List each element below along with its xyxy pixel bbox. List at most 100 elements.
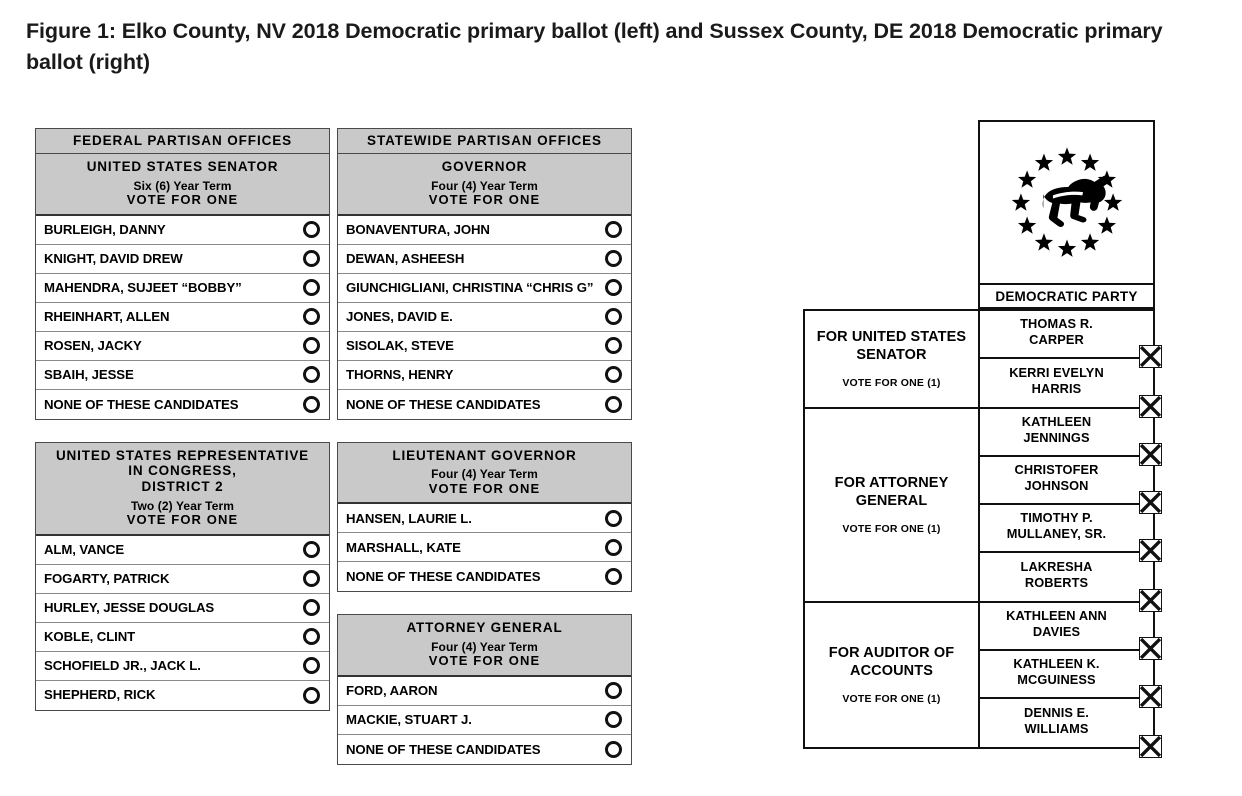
nv-vote-bubble[interactable]: [303, 337, 320, 355]
nv-vote-bubble[interactable]: [605, 740, 622, 758]
de-candidate-row[interactable]: KERRI EVELYN HARRIS: [980, 359, 1162, 418]
delaware-ballot: DEMOCRATIC PARTY FOR UNITED STATES SENATO…: [803, 120, 1162, 778]
nv-candidate-row[interactable]: GIUNCHIGLIANI, CHRISTINA “CHRIS G”: [338, 273, 631, 303]
de-contest: FOR AUDITOR OF ACCOUNTS VOTE FOR ONE (1) KA…: [805, 601, 1162, 758]
nv-candidate-row[interactable]: RHEINHART, ALLEN: [36, 302, 329, 332]
nv-candidate-name: GIUNCHIGLIANI, CHRISTINA “CHRIS G”: [346, 280, 594, 296]
nv-vote-bubble[interactable]: [605, 395, 622, 413]
nv-candidate-row[interactable]: MACKIE, STUART J.: [338, 705, 631, 735]
nv-candidate-name: FORD, AARON: [346, 683, 438, 699]
de-candidate-name: DENNIS E. WILLIAMS: [1024, 705, 1089, 736]
nv-candidate-row[interactable]: MARSHALL, KATE: [338, 533, 631, 563]
nv-candidate-row[interactable]: FORD, AARON: [338, 676, 631, 706]
nv-office-header: GOVERNOR Four (4) Year Term VOTE FOR ONE: [338, 153, 631, 216]
nv-candidate-row[interactable]: ALM, VANCE: [36, 535, 329, 565]
nv-candidate-row[interactable]: SBAIH, JESSE: [36, 360, 329, 390]
de-candidate-list: KATHLEEN JENNINGS CHRISTOFER JOHNSON TIMOTHY…: [980, 409, 1162, 612]
de-vote-x-box[interactable]: [1139, 735, 1162, 758]
nv-vote-bubble[interactable]: [605, 711, 622, 729]
de-vote-instruction: VOTE FOR ONE (1): [842, 376, 941, 389]
nv-candidate-row[interactable]: SHEPHERD, RICK: [36, 680, 329, 710]
de-candidate-row[interactable]: DENNIS E. WILLIAMS: [980, 699, 1162, 758]
figure-caption: Figure 1: Elko County, NV 2018 Democrati…: [26, 19, 1163, 74]
de-candidate-row[interactable]: CHRISTOFER JOHNSON: [980, 457, 1162, 514]
nv-candidate-row[interactable]: NONE OF THESE CANDIDATES: [338, 562, 631, 592]
nv-contest: ATTORNEY GENERAL Four (4) Year Term VOTE F…: [337, 614, 632, 765]
nv-vote-bubble[interactable]: [303, 221, 320, 239]
de-contest: FOR ATTORNEY GENERAL VOTE FOR ONE (1) KATHL…: [805, 407, 1162, 612]
nv-vote-bubble[interactable]: [605, 221, 622, 239]
de-candidate-row[interactable]: LAKRESHA ROBERTS: [980, 553, 1162, 612]
nv-candidate-row[interactable]: DEWAN, ASHEESH: [338, 244, 631, 274]
nv-vote-bubble[interactable]: [605, 568, 622, 586]
nv-candidate-name: KOBLE, CLINT: [44, 628, 136, 644]
nv-vote-bubble[interactable]: [303, 366, 320, 384]
de-candidate-name: KATHLEEN K. MCGUINESS: [1013, 656, 1100, 687]
nv-vote-bubble[interactable]: [605, 509, 622, 527]
nv-candidate-row[interactable]: SISOLAK, STEVE: [338, 331, 631, 361]
nv-vote-bubble[interactable]: [605, 279, 622, 297]
nv-vote-bubble[interactable]: [605, 250, 622, 268]
nv-office-title: LIEUTENANT GOVERNOR: [392, 447, 577, 463]
nv-candidate-name: MACKIE, STUART J.: [346, 712, 472, 728]
nv-vote-bubble[interactable]: [605, 682, 622, 700]
nv-vote-bubble[interactable]: [303, 279, 320, 297]
nv-vote-bubble[interactable]: [303, 250, 320, 268]
nv-candidate-row[interactable]: ROSEN, JACKY: [36, 331, 329, 361]
nv-candidate-row[interactable]: NONE OF THESE CANDIDATES: [338, 389, 631, 419]
nv-office-header: ATTORNEY GENERAL Four (4) Year Term VOTE F…: [338, 615, 631, 677]
nv-candidate-row[interactable]: NONE OF THESE CANDIDATES: [338, 734, 631, 764]
de-contest-label: FOR AUDITOR OF ACCOUNTS VOTE FOR ONE (1): [805, 603, 980, 747]
nv-vote-instruction: VOTE FOR ONE: [126, 511, 239, 527]
nv-vote-instruction: VOTE FOR ONE: [428, 653, 541, 669]
nv-candidate-name: NONE OF THESE CANDIDATES: [44, 396, 239, 412]
nv-candidate-row[interactable]: BURLEIGH, DANNY: [36, 215, 329, 245]
nv-vote-bubble[interactable]: [605, 366, 622, 384]
democratic-party-logo-box: [978, 120, 1155, 283]
nv-candidate-row[interactable]: THORNS, HENRY: [338, 360, 631, 390]
nv-candidate-row[interactable]: JONES, DAVID E.: [338, 302, 631, 332]
de-candidate-row[interactable]: KATHLEEN K. MCGUINESS: [980, 651, 1162, 708]
nv-vote-bubble[interactable]: [605, 308, 622, 326]
nv-vote-bubble[interactable]: [303, 570, 320, 588]
de-candidate-row[interactable]: THOMAS R. CARPER: [980, 311, 1162, 368]
nv-vote-bubble[interactable]: [605, 538, 622, 556]
nv-office-term: Six (6) Year Term: [133, 178, 232, 193]
nv-vote-bubble[interactable]: [303, 395, 320, 413]
nv-vote-bubble[interactable]: [303, 686, 320, 704]
nv-candidate-name: NONE OF THESE CANDIDATES: [346, 569, 541, 585]
nv-vote-bubble[interactable]: [303, 541, 320, 559]
nv-candidate-name: RHEINHART, ALLEN: [44, 309, 170, 325]
nv-candidate-name: SCHOFIELD JR., JACK L.: [44, 657, 201, 673]
nv-candidate-name: KNIGHT, DAVID DREW: [44, 251, 183, 267]
nv-office-title: GOVERNOR: [441, 158, 528, 174]
nv-candidate-name: NONE OF THESE CANDIDATES: [346, 741, 541, 757]
nv-candidate-row[interactable]: SCHOFIELD JR., JACK L.: [36, 651, 329, 681]
nv-candidate-name: MAHENDRA, SUJEET “BOBBY”: [44, 280, 242, 296]
de-candidate-row[interactable]: TIMOTHY P. MULLANEY, SR.: [980, 505, 1162, 562]
de-candidate-row[interactable]: KATHLEEN JENNINGS: [980, 409, 1162, 466]
nv-candidate-name: FOGARTY, PATRICK: [44, 570, 170, 586]
nv-candidate-row[interactable]: FOGARTY, PATRICK: [36, 564, 329, 594]
nv-candidate-row[interactable]: MAHENDRA, SUJEET “BOBBY”: [36, 273, 329, 303]
nv-candidate-row[interactable]: HURLEY, JESSE DOUGLAS: [36, 593, 329, 623]
nv-candidate-row[interactable]: BONAVENTURA, JOHN: [338, 215, 631, 245]
nv-vote-bubble[interactable]: [303, 308, 320, 326]
nv-office-title: UNITED STATES SENATOR: [86, 158, 279, 174]
nv-vote-bubble[interactable]: [303, 599, 320, 617]
de-vote-instruction: VOTE FOR ONE (1): [842, 692, 941, 705]
nv-candidate-row[interactable]: NONE OF THESE CANDIDATES: [36, 389, 329, 419]
nv-candidate-name: ALM, VANCE: [44, 541, 125, 557]
de-contest-label: FOR ATTORNEY GENERAL VOTE FOR ONE (1): [805, 409, 980, 601]
nv-office-header: UNITED STATES REPRESENTATIVE IN CONGRESS,…: [36, 442, 329, 536]
nv-candidate-row[interactable]: KNIGHT, DAVID DREW: [36, 244, 329, 274]
nv-vote-bubble[interactable]: [303, 628, 320, 646]
nv-candidate-name: MARSHALL, KATE: [346, 539, 461, 555]
nv-candidate-row[interactable]: HANSEN, LAURIE L.: [338, 504, 631, 534]
nv-vote-bubble[interactable]: [303, 657, 320, 675]
de-candidate-name: LAKRESHA ROBERTS: [1020, 559, 1093, 590]
nv-candidate-row[interactable]: KOBLE, CLINT: [36, 622, 329, 652]
nv-vote-bubble[interactable]: [605, 337, 622, 355]
de-candidate-row[interactable]: KATHLEEN ANN DAVIES: [980, 603, 1162, 660]
nv-candidate-name: THORNS, HENRY: [346, 367, 454, 383]
